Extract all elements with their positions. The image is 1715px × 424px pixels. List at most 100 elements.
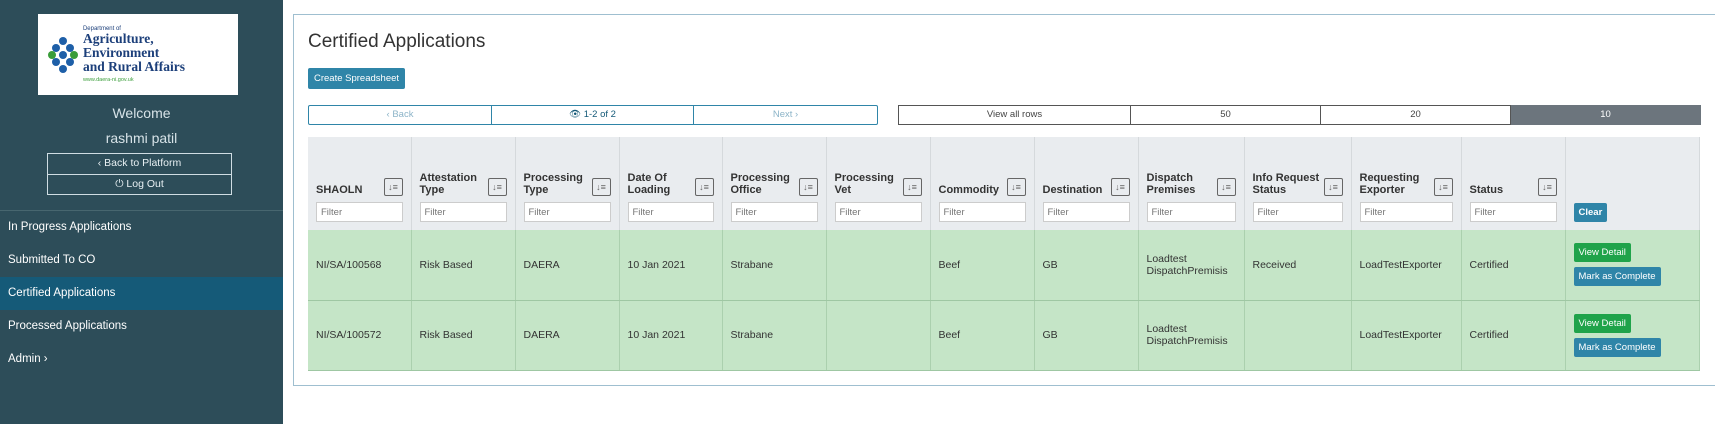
rows-option-20[interactable]: 20	[1321, 105, 1511, 125]
sort-icon[interactable]: ↓≡	[1323, 178, 1343, 196]
back-to-platform-button[interactable]: ‹ Back to Platform	[48, 154, 231, 174]
col-label: Processing Type	[523, 172, 583, 196]
logo-emblem-icon	[48, 36, 78, 73]
filter-input[interactable]	[1042, 202, 1130, 222]
cell-processing-office: Strabane	[722, 300, 827, 371]
filter-input[interactable]	[1146, 202, 1236, 222]
nav-certified-applications[interactable]: Certified Applications	[0, 277, 283, 310]
col-label: Processing Vet	[834, 172, 894, 196]
filter-input[interactable]	[523, 202, 611, 222]
logo-line-2: and Rural Affairs	[82, 59, 185, 74]
sort-icon[interactable]: ↓≡	[487, 178, 507, 196]
nav-admin[interactable]: Admin ›	[0, 343, 283, 376]
col-label: Info Request Status	[1252, 172, 1320, 196]
cell-processing-vet	[826, 300, 931, 371]
cell-dispatch-premises: Loadtest DispatchPremisis	[1138, 300, 1245, 371]
cell-processing-type: DAERA	[515, 300, 620, 371]
rows-per-page-selector: View all rows 50 20 10	[898, 105, 1701, 125]
sort-icon[interactable]: ↓≡	[798, 178, 818, 196]
welcome-text: Welcome	[112, 105, 171, 121]
mark-complete-button[interactable]: Mark as Complete	[1573, 267, 1661, 287]
mark-complete-button[interactable]: Mark as Complete	[1573, 337, 1661, 357]
cell-processing-type: DAERA	[515, 230, 620, 301]
col-header-requesting-exporter: Requesting Exporter ↓≡	[1351, 137, 1462, 230]
cell-requesting-exporter: LoadTestExporter	[1351, 230, 1462, 301]
cell-processing-vet	[826, 230, 931, 301]
filter-input[interactable]	[730, 202, 818, 222]
col-label: Dispatch Premises	[1146, 172, 1196, 196]
sort-icon[interactable]: ↓≡	[902, 178, 922, 196]
daera-logo: Department of Agriculture, Environment a…	[38, 14, 238, 95]
filter-input[interactable]	[1359, 202, 1453, 222]
sort-icon[interactable]: ↓≡	[1537, 178, 1557, 196]
sidebar: Department of Agriculture, Environment a…	[0, 0, 283, 424]
cell-info-request-status	[1244, 300, 1352, 371]
col-header-info-request-status: Info Request Status ↓≡	[1244, 137, 1352, 230]
cell-status: Certified	[1461, 300, 1566, 371]
sort-icon[interactable]: ↓≡	[1006, 178, 1026, 196]
col-label: Processing Office	[730, 172, 790, 196]
sort-icon[interactable]: ↓≡	[591, 178, 611, 196]
cell-requesting-exporter: LoadTestExporter	[1351, 300, 1462, 371]
pager-status: 👁 1-2 of 2	[492, 105, 694, 125]
col-header-processing-type: Processing Type ↓≡	[515, 137, 620, 230]
sort-icon[interactable]: ↓≡	[383, 178, 403, 196]
pager-next-button[interactable]: Next ›	[694, 105, 878, 125]
table-header-row: SHAOLN ↓≡ Attestation Type ↓≡ Processing T…	[308, 137, 1700, 230]
col-label: Destination	[1042, 184, 1103, 196]
view-detail-button[interactable]: View Detail	[1573, 243, 1631, 263]
filter-input[interactable]	[419, 202, 507, 222]
create-spreadsheet-button[interactable]: Create Spreadsheet	[308, 68, 406, 89]
cell-status: Certified	[1461, 230, 1566, 301]
cell-commodity: Beef	[930, 300, 1035, 371]
col-header-shaoln: SHAOLN ↓≡	[308, 137, 412, 230]
clear-filters-button[interactable]: Clear	[1573, 203, 1608, 222]
filter-input[interactable]	[1469, 202, 1557, 222]
sort-icon[interactable]: ↓≡	[694, 178, 714, 196]
view-detail-button[interactable]: View Detail	[1573, 313, 1631, 333]
page-title: Certified Applications	[308, 31, 486, 52]
cell-dispatch-premises: Loadtest DispatchPremisis	[1138, 230, 1245, 301]
rows-option-all[interactable]: View all rows	[898, 105, 1131, 125]
col-header-processing-office: Processing Office ↓≡	[722, 137, 827, 230]
sort-icon[interactable]: ↓≡	[1433, 178, 1453, 196]
col-label: Requesting Exporter	[1359, 172, 1420, 196]
sort-icon[interactable]: ↓≡	[1110, 178, 1130, 196]
logo-line-1: Agriculture, Environment	[82, 31, 160, 60]
col-label: Commodity	[938, 184, 1000, 196]
cell-attestation-type: Risk Based	[411, 230, 516, 301]
cell-shaoln: NI/SA/100572	[308, 300, 412, 371]
filter-input[interactable]	[316, 202, 403, 222]
nav-processed-applications[interactable]: Processed Applications	[0, 310, 283, 343]
cell-processing-office: Strabane	[722, 230, 827, 301]
sort-icon[interactable]: ↓≡	[1216, 178, 1236, 196]
cell-date-of-loading: 10 Jan 2021	[619, 230, 723, 301]
cell-destination: GB	[1034, 230, 1139, 301]
cell-actions: View Detail Mark as Complete	[1565, 300, 1700, 371]
filter-input[interactable]	[627, 202, 714, 222]
filter-input[interactable]	[834, 202, 922, 222]
cell-info-request-status: Received	[1244, 230, 1352, 301]
account-button-group: ‹ Back to Platform ⏻ Log Out	[47, 153, 232, 195]
rows-option-50[interactable]: 50	[1131, 105, 1321, 125]
col-header-status: Status ↓≡	[1461, 137, 1566, 230]
user-name: rashmi patil	[105, 130, 178, 146]
nav-in-progress-applications[interactable]: In Progress Applications	[0, 211, 283, 244]
cell-attestation-type: Risk Based	[411, 300, 516, 371]
main-panel: Certified Applications Create Spreadshee…	[293, 14, 1715, 386]
col-header-destination: Destination ↓≡	[1034, 137, 1139, 230]
filter-input[interactable]	[938, 202, 1026, 222]
cell-destination: GB	[1034, 300, 1139, 371]
pager-back-button[interactable]: ‹ Back	[308, 105, 492, 125]
nav-submitted-to-co[interactable]: Submitted To CO	[0, 244, 283, 277]
table-row: NI/SA/100572 Risk Based DAERA 10 Jan 202…	[308, 300, 1700, 371]
col-header-attestation-type: Attestation Type ↓≡	[411, 137, 516, 230]
cell-actions: View Detail Mark as Complete	[1565, 230, 1700, 301]
col-header-dispatch-premises: Dispatch Premises ↓≡	[1138, 137, 1245, 230]
applications-table: SHAOLN ↓≡ Attestation Type ↓≡ Processing T…	[308, 137, 1700, 371]
col-label: SHAOLN	[316, 184, 363, 196]
col-header-date-of-loading: Date Of Loading ↓≡	[619, 137, 723, 230]
rows-option-10[interactable]: 10	[1511, 105, 1701, 125]
filter-input[interactable]	[1252, 202, 1343, 222]
logout-button[interactable]: ⏻ Log Out	[48, 174, 231, 194]
